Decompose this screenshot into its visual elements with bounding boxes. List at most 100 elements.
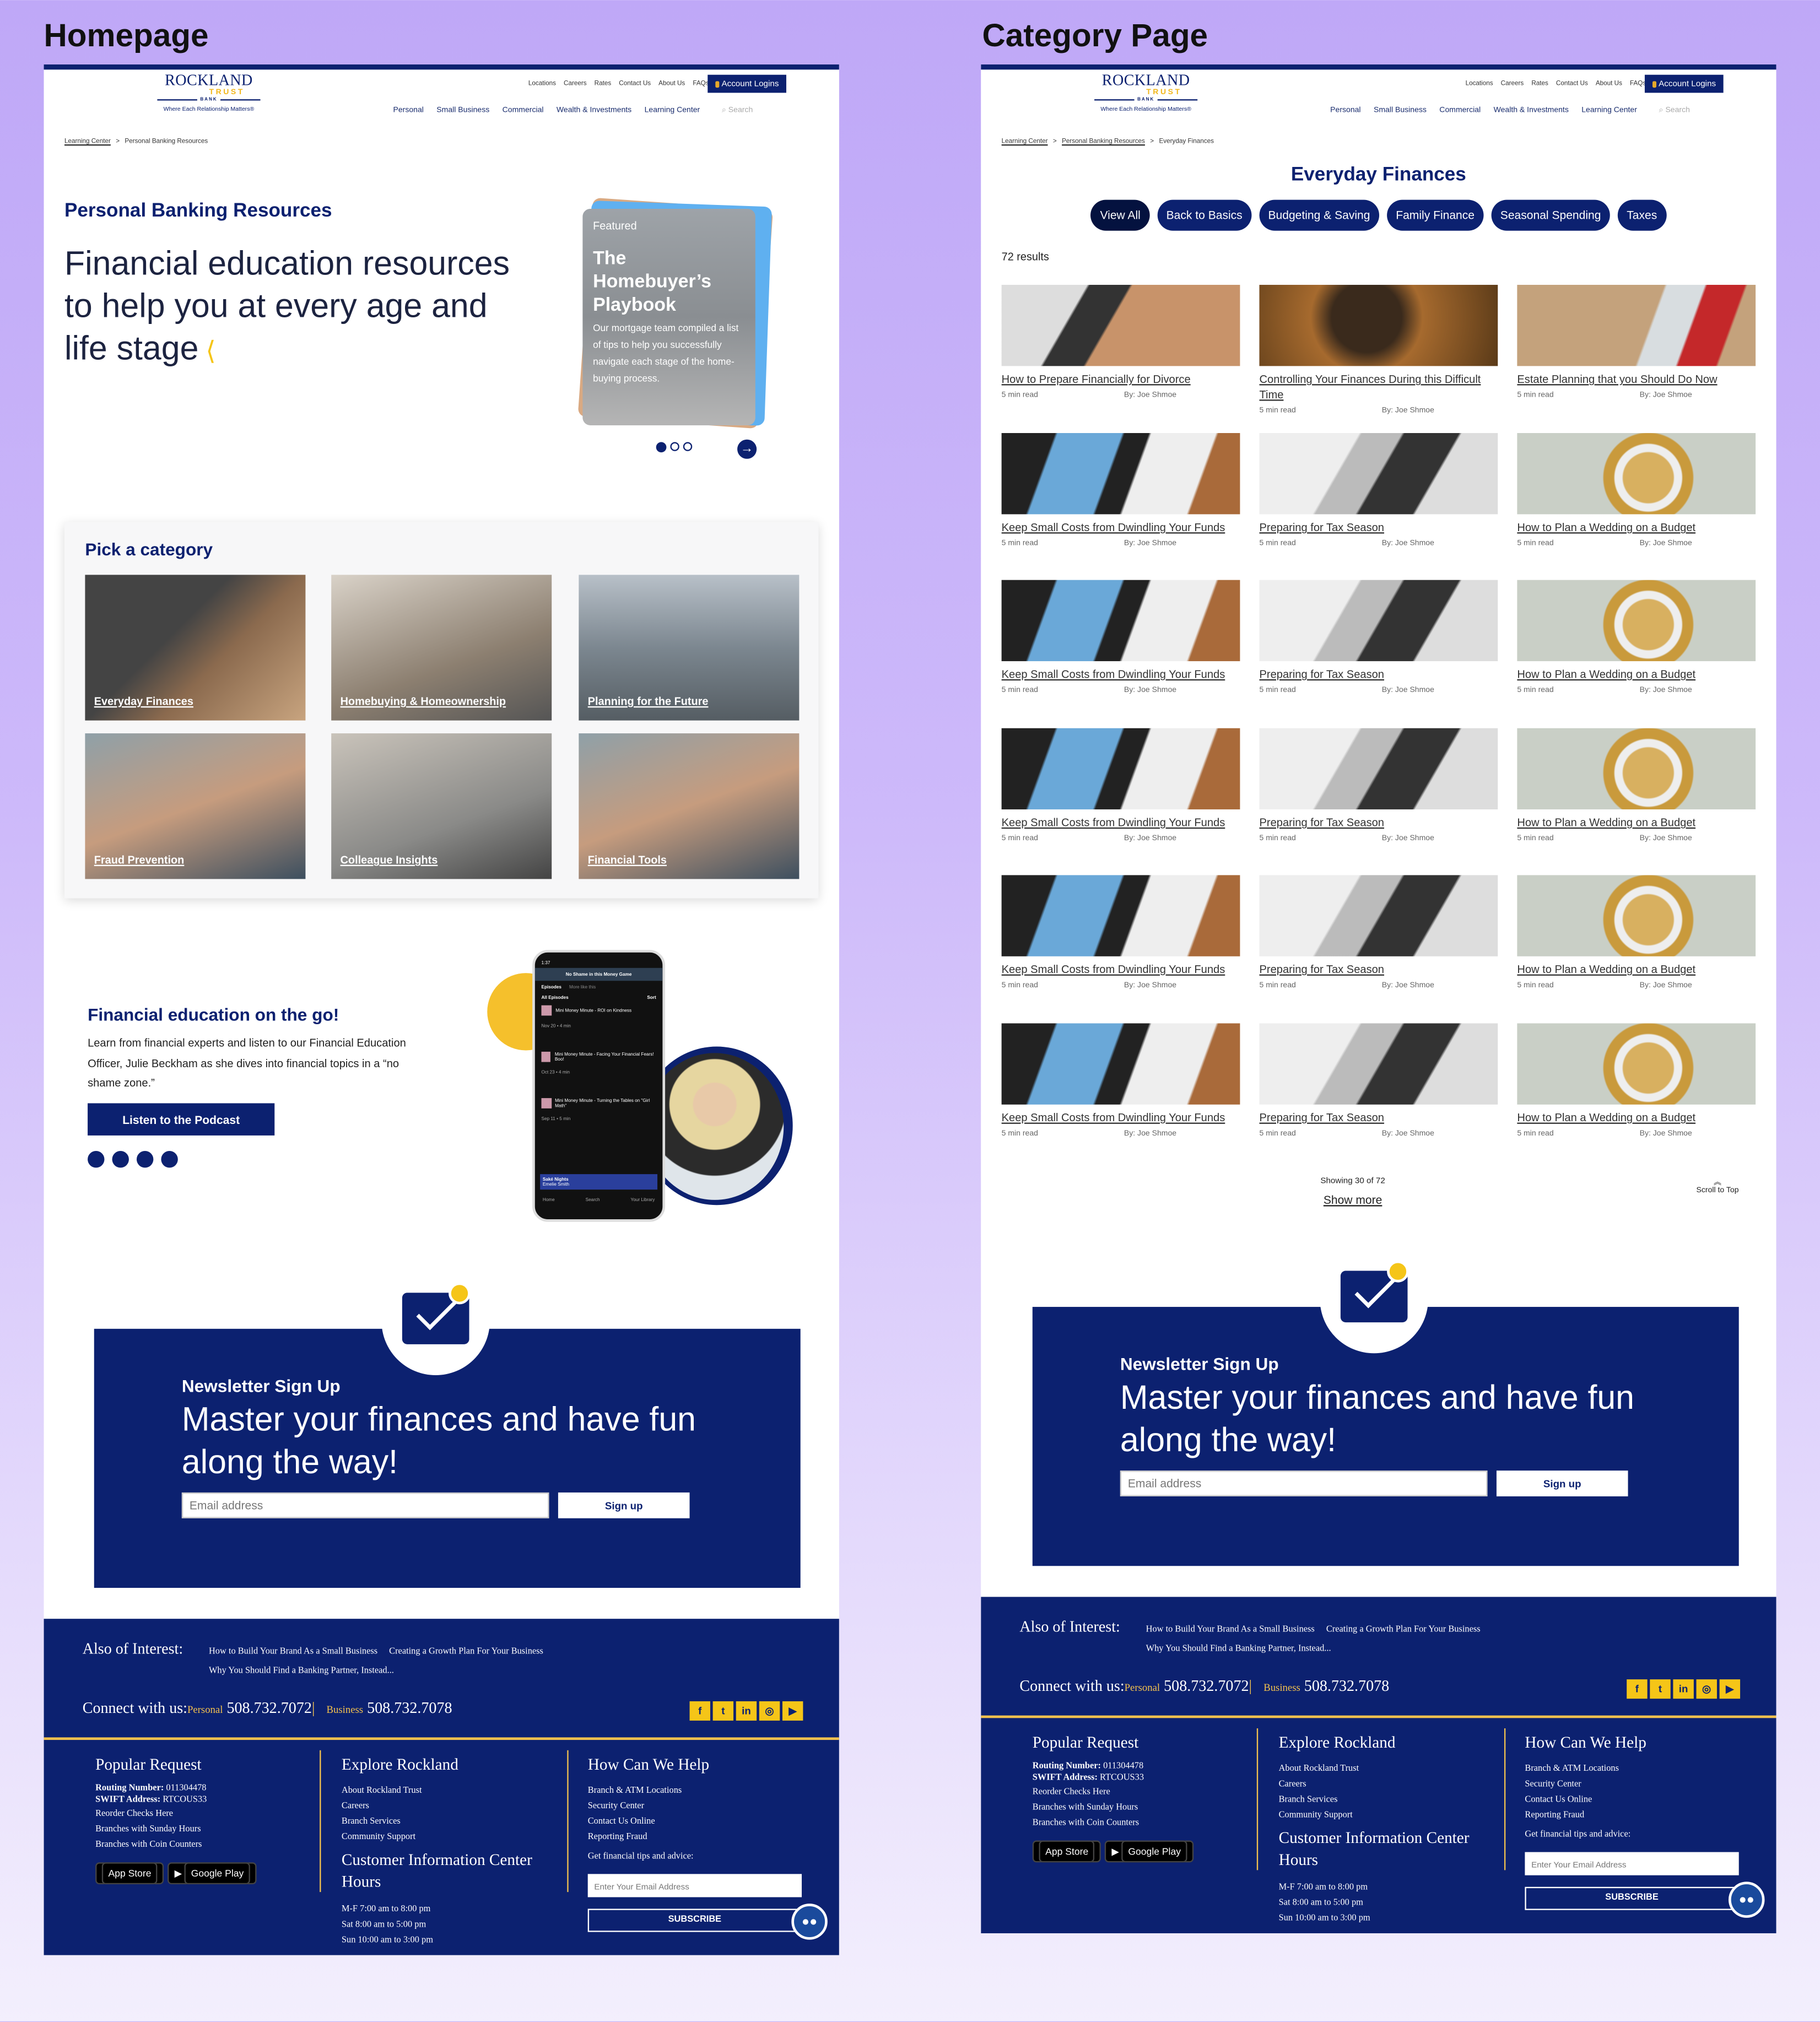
utility-nav-link[interactable]: Contact Us	[1556, 80, 1588, 88]
also-of-interest-link[interactable]: Creating a Growth Plan For Your Business	[389, 1642, 543, 1661]
spotify-icon[interactable]	[136, 1150, 154, 1168]
utility-nav-link[interactable]: FAQs	[1630, 80, 1646, 88]
carousel-dot-active[interactable]	[656, 442, 667, 453]
footer-link[interactable]: About Rockland Trust	[342, 1782, 561, 1798]
main-nav-link[interactable]: Wealth & Investments	[1494, 107, 1569, 116]
account-logins-button[interactable]: Account Logins	[1644, 74, 1724, 93]
article-card[interactable]: Keep Small Costs from Dwindling Your Fun…	[1001, 1023, 1240, 1138]
breadcrumb-link[interactable]: Learning Center	[64, 138, 111, 145]
chat-icon[interactable]: ●●	[791, 1904, 828, 1940]
youtube-icon[interactable]: ▶	[782, 1701, 803, 1721]
main-nav-link[interactable]: Commercial	[503, 107, 544, 116]
footer-link[interactable]: About Rockland Trust	[1279, 1760, 1498, 1776]
utility-nav-link[interactable]: About Us	[658, 80, 685, 88]
app-store-badge[interactable]: App Store	[95, 1862, 164, 1885]
article-title-link[interactable]: Preparing for Tax Season	[1259, 1110, 1498, 1125]
search-input[interactable]: ⌕ Search	[722, 107, 753, 116]
also-of-interest-link[interactable]: How to Build Your Brand As a Small Busin…	[1146, 1620, 1315, 1640]
featured-card[interactable]: Featured The Homebuyer’s Playbook Our mo…	[582, 208, 755, 425]
category-tile[interactable]: Financial Tools	[579, 733, 800, 879]
newsletter-email-input[interactable]: Email address	[1120, 1470, 1488, 1496]
episode-item[interactable]: Mini Money Minute - Facing Your Financia…	[541, 1051, 656, 1075]
utility-nav-link[interactable]: Careers	[564, 80, 587, 88]
youtube-icon[interactable]: ▶	[1719, 1679, 1741, 1699]
arrow-right-icon[interactable]: →	[737, 439, 757, 459]
footer-link[interactable]: Branches with Coin Counters	[95, 1837, 257, 1852]
also-of-interest-link[interactable]: Why You Should Find a Banking Partner, I…	[209, 1661, 394, 1680]
main-nav-link[interactable]: Small Business	[436, 107, 489, 116]
account-logins-button[interactable]: Account Logins	[708, 74, 786, 93]
facebook-icon[interactable]: f	[689, 1701, 710, 1721]
article-card[interactable]: Preparing for Tax Season 5 min read By: Jo…	[1259, 875, 1498, 990]
footer-link[interactable]: Security Center	[1525, 1776, 1738, 1792]
footer-link[interactable]: Branch & ATM Locations	[1525, 1760, 1738, 1776]
article-card[interactable]: How to Plan a Wedding on a Budget 5 min r…	[1517, 580, 1756, 695]
category-tile[interactable]: Homebuying & Homeownership	[331, 575, 552, 721]
article-title-link[interactable]: How to Plan a Wedding on a Budget	[1517, 666, 1756, 682]
utility-nav-link[interactable]: Locations	[1466, 80, 1493, 88]
footer-link[interactable]: Reporting Fraud	[588, 1829, 802, 1844]
filter-pill[interactable]: Seasonal Spending	[1491, 199, 1610, 231]
main-nav-link[interactable]: Commercial	[1439, 107, 1481, 116]
breadcrumb-link[interactable]: Personal Banking Resources	[1062, 138, 1145, 145]
article-card[interactable]: How to Plan a Wedding on a Budget 5 min r…	[1517, 728, 1756, 843]
footer-email-input[interactable]: Enter Your Email Address	[1525, 1852, 1739, 1875]
utility-nav-link[interactable]: Rates	[595, 80, 612, 88]
footer-link[interactable]: Reorder Checks Here	[1033, 1784, 1194, 1799]
article-title-link[interactable]: How to Plan a Wedding on a Budget	[1517, 1110, 1756, 1125]
article-card[interactable]: Preparing for Tax Season 5 min read By: Jo…	[1259, 728, 1498, 843]
facebook-icon[interactable]: f	[1627, 1679, 1648, 1699]
instagram-icon[interactable]: ◎	[1696, 1679, 1717, 1699]
footer-link[interactable]: Branches with Sunday Hours	[95, 1821, 257, 1836]
filter-pill[interactable]: Family Finance	[1386, 199, 1484, 231]
category-tile[interactable]: Colleague Insights	[331, 733, 552, 879]
footer-email-input[interactable]: Enter Your Email Address	[587, 1874, 802, 1897]
footer-link[interactable]: Contact Us Online	[588, 1813, 802, 1829]
article-title-link[interactable]: Preparing for Tax Season	[1259, 814, 1498, 830]
utility-nav-link[interactable]: FAQs	[693, 80, 709, 88]
footer-link[interactable]: Branch Services	[1279, 1792, 1498, 1807]
article-card[interactable]: Preparing for Tax Season 5 min read By: Jo…	[1259, 433, 1498, 548]
episode-item[interactable]: Mini Money Minute - ROI on Kindness Nov 2…	[541, 1005, 656, 1029]
main-nav-link[interactable]: Small Business	[1374, 107, 1427, 116]
filter-pill[interactable]: View All	[1091, 199, 1150, 231]
utility-nav-link[interactable]: Careers	[1501, 80, 1524, 88]
utility-nav-link[interactable]: Locations	[528, 80, 556, 88]
main-nav-link[interactable]: Learning Center	[645, 107, 700, 116]
article-card[interactable]: Keep Small Costs from Dwindling Your Fun…	[1001, 580, 1240, 695]
article-card[interactable]: How to Prepare Financially for Divorce 5 …	[1001, 284, 1240, 399]
carousel-dot[interactable]	[683, 442, 693, 451]
linkedin-icon[interactable]: in	[1673, 1679, 1694, 1699]
filter-pill[interactable]: Budgeting & Saving	[1259, 199, 1379, 231]
breadcrumb-link[interactable]: Learning Center	[1002, 138, 1048, 145]
article-card[interactable]: How to Plan a Wedding on a Budget 5 min r…	[1517, 433, 1756, 548]
scroll-to-top-button[interactable]: ︽ Scroll to Top	[1697, 1175, 1739, 1194]
article-title-link[interactable]: Keep Small Costs from Dwindling Your Fun…	[1002, 520, 1240, 535]
article-card[interactable]: Controlling Your Finances During this Di…	[1259, 284, 1498, 415]
main-nav-link[interactable]: Wealth & Investments	[557, 107, 631, 116]
episode-item[interactable]: Mini Money Minute - Turning the Tables o…	[541, 1098, 656, 1121]
spotify-icon[interactable]	[88, 1150, 105, 1168]
carousel-dot[interactable]	[670, 442, 679, 451]
personal-phone[interactable]: 508.732.7072	[1164, 1677, 1249, 1695]
article-card[interactable]: Keep Small Costs from Dwindling Your Fun…	[1001, 728, 1240, 843]
bank-logo[interactable]: ROCKLAND TRUST BANK Where Each Relationship…	[1094, 71, 1197, 112]
utility-nav-link[interactable]: Contact Us	[619, 80, 651, 88]
twitter-icon[interactable]: t	[712, 1701, 734, 1721]
chat-icon[interactable]: ●●	[1729, 1882, 1765, 1918]
footer-link[interactable]: Security Center	[588, 1798, 802, 1813]
article-card[interactable]: Estate Planning that you Should Do Now 5 …	[1517, 284, 1756, 399]
newsletter-signup-button[interactable]: Sign up	[1496, 1470, 1628, 1496]
article-title-link[interactable]: How to Plan a Wedding on a Budget	[1517, 814, 1756, 830]
newsletter-email-input[interactable]: Email address	[181, 1492, 549, 1518]
article-card[interactable]: Keep Small Costs from Dwindling Your Fun…	[1001, 433, 1240, 548]
google-play-badge[interactable]: ▶ Google Play	[1105, 1840, 1194, 1863]
article-card[interactable]: How to Plan a Wedding on a Budget 5 min r…	[1517, 875, 1756, 990]
footer-link[interactable]: Branch & ATM Locations	[588, 1782, 802, 1798]
main-nav-link[interactable]: Personal	[1330, 107, 1360, 116]
footer-link[interactable]: Reporting Fraud	[1525, 1807, 1738, 1823]
footer-subscribe-button[interactable]: SUBSCRIBE	[587, 1909, 802, 1932]
spotify-icon[interactable]	[161, 1150, 178, 1168]
main-nav-link[interactable]: Personal	[393, 107, 423, 116]
category-tile[interactable]: Everyday Finances	[85, 575, 306, 721]
